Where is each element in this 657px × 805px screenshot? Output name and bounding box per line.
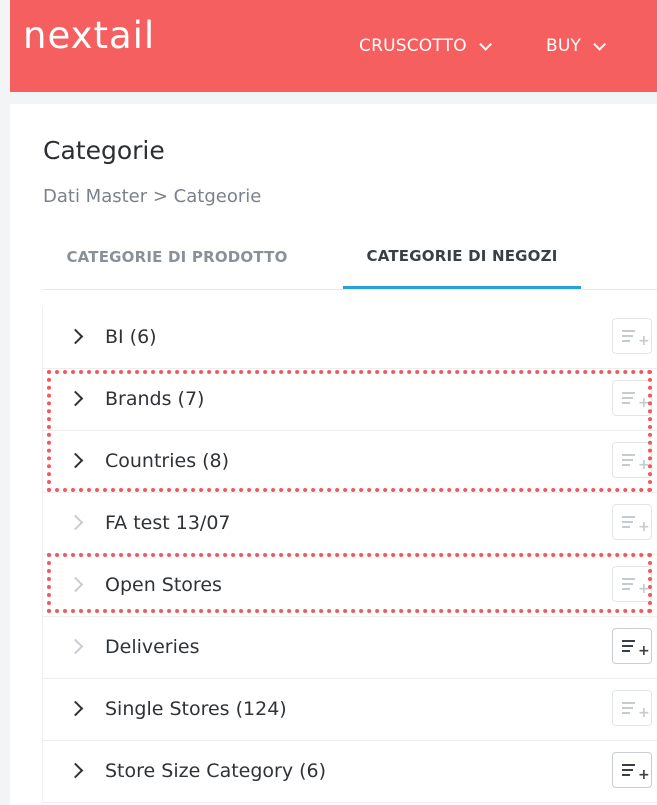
category-label: BI (6)	[105, 326, 157, 348]
add-subcategory-button[interactable]: +	[612, 690, 652, 726]
list-icon	[622, 578, 635, 593]
list-icon	[622, 516, 635, 531]
plus-icon: +	[638, 395, 650, 411]
chevron-right-icon[interactable]	[67, 700, 84, 717]
plus-icon: +	[638, 519, 650, 535]
category-label: FA test 13/07	[105, 512, 231, 534]
add-subcategory-button[interactable]: +	[612, 752, 652, 788]
add-subcategory-button[interactable]: +	[612, 380, 652, 416]
chevron-right-icon[interactable]	[67, 390, 84, 407]
content-panel: Categorie Dati Master > Catgeorie CATEGO…	[10, 104, 657, 805]
category-row-brands[interactable]: Brands (7) +	[42, 369, 657, 431]
list-icon	[622, 764, 635, 779]
add-subcategory-button[interactable]: +	[612, 442, 652, 478]
nav-menu-buy[interactable]: BUY	[546, 36, 607, 56]
category-row-store-size[interactable]: Store Size Category (6) +	[42, 741, 657, 803]
category-label: Open Stores	[105, 574, 222, 596]
chevron-right-icon[interactable]	[67, 328, 84, 345]
plus-icon: +	[638, 767, 650, 783]
category-row-deliveries[interactable]: Deliveries +	[42, 617, 657, 679]
chevron-right-icon[interactable]	[67, 452, 84, 469]
chevron-right-icon	[67, 514, 84, 531]
nav-menu-label: CRUSCOTTO	[359, 36, 467, 56]
list-icon	[622, 702, 635, 717]
page-title: Categorie	[43, 136, 165, 165]
add-subcategory-button[interactable]: +	[612, 504, 652, 540]
chevron-down-icon	[479, 37, 492, 51]
category-label: Brands (7)	[105, 388, 205, 410]
nav-menu-cruscotto[interactable]: CRUSCOTTO	[359, 36, 492, 56]
category-tabs: CATEGORIE DI PRODOTTO CATEGORIE DI NEGOZ…	[42, 225, 657, 290]
category-label: Deliveries	[105, 636, 200, 658]
list-icon	[622, 640, 635, 655]
chevron-down-icon	[593, 37, 607, 51]
plus-icon: +	[638, 333, 650, 349]
top-navigation-bar: nextail CRUSCOTTO BUY	[10, 0, 657, 92]
category-list: BI (6) + Brands (7) + Countries (8) + FA…	[42, 307, 657, 803]
nav-menu-label: BUY	[546, 36, 582, 56]
category-label: Single Stores (124)	[105, 698, 287, 720]
category-row-bi[interactable]: BI (6) +	[42, 307, 657, 369]
chevron-right-icon	[67, 638, 84, 655]
plus-icon: +	[638, 643, 650, 659]
list-icon	[622, 330, 635, 345]
tab-store-categories[interactable]: CATEGORIE DI NEGOZI	[343, 225, 581, 289]
plus-icon: +	[638, 705, 650, 721]
category-label: Store Size Category (6)	[105, 760, 327, 782]
breadcrumb: Dati Master > Catgeorie	[43, 186, 262, 207]
chevron-right-icon	[67, 576, 84, 593]
category-row-fa-test[interactable]: FA test 13/07 +	[42, 493, 657, 555]
chevron-right-icon[interactable]	[67, 762, 84, 779]
add-subcategory-button[interactable]: +	[612, 318, 652, 354]
tab-product-categories[interactable]: CATEGORIE DI PRODOTTO	[42, 225, 312, 289]
add-subcategory-button[interactable]: +	[612, 628, 652, 664]
category-row-open-stores[interactable]: Open Stores +	[42, 555, 657, 617]
nextail-logo[interactable]: nextail	[23, 17, 155, 54]
plus-icon: +	[638, 581, 650, 597]
add-subcategory-button[interactable]: +	[612, 566, 652, 602]
plus-icon: +	[638, 457, 650, 473]
category-row-countries[interactable]: Countries (8) +	[42, 431, 657, 493]
category-row-single-stores[interactable]: Single Stores (124) +	[42, 679, 657, 741]
category-label: Countries (8)	[105, 450, 230, 472]
list-icon	[622, 392, 635, 407]
list-icon	[622, 454, 635, 469]
